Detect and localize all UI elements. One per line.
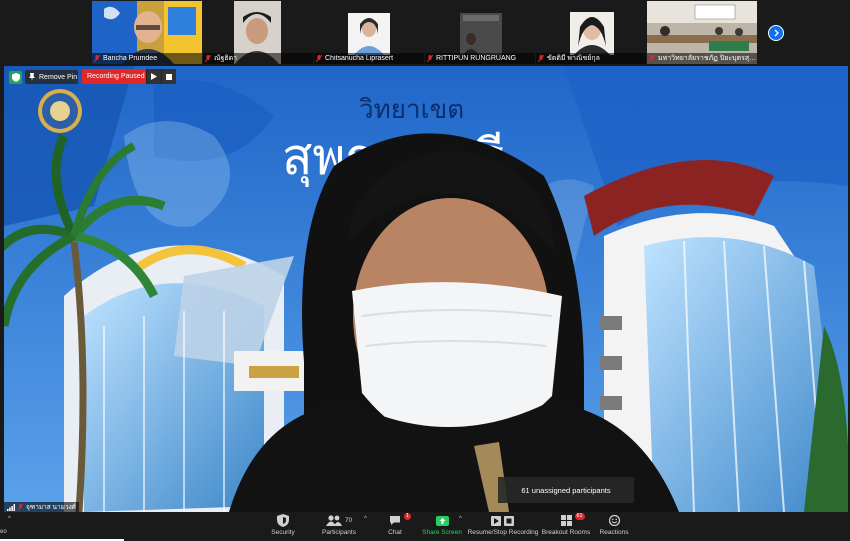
signal-bars-icon <box>7 503 15 511</box>
chat-label: Chat <box>388 529 402 536</box>
participants-count: 70 <box>344 517 353 524</box>
recording-status-label: Recording Paused <box>82 69 146 84</box>
pin-icon <box>29 73 35 81</box>
chat-icon <box>390 516 400 525</box>
security-button[interactable]: Security <box>266 512 300 541</box>
security-label: Security <box>271 529 295 536</box>
participant-tile[interactable]: ขัตติมี พาณิชย์กุล <box>536 1 646 64</box>
speaker-name-tag: จุฑามาส นามวงศ์ <box>4 502 79 512</box>
participant-name: มหาวิทยาลัยราชภัฏ ปิยะบุตรสุพ... <box>658 55 757 62</box>
mic-muted-icon <box>316 54 322 62</box>
mic-muted-icon <box>18 503 23 510</box>
breakout-rooms-icon <box>560 515 572 526</box>
meeting-toolbar: Security 70 Participants ^ 1 Chat Share … <box>0 512 850 541</box>
participant-name: Chitsanucha Liprasert <box>325 55 394 62</box>
chat-badge: 1 <box>404 513 412 520</box>
participants-label: Participants <box>322 529 356 536</box>
active-speaker-video: วิทยาเขต สุพรรณบุรี <box>4 66 848 512</box>
video-frame: วิทยาเขต สุพรรณบุรี <box>4 66 848 512</box>
participant-name: RITTIPUN RUNGRUANG <box>436 55 517 62</box>
chevron-up-icon[interactable]: ^ <box>364 516 367 522</box>
chat-button[interactable]: 1 Chat <box>382 512 412 541</box>
mic-muted-icon <box>538 54 544 62</box>
breakout-rooms-button[interactable]: 61 Breakout Rooms <box>542 512 590 541</box>
smiley-icon <box>608 515 620 526</box>
stop-icon[interactable] <box>161 69 176 84</box>
reactions-button[interactable]: Reactions <box>598 512 630 541</box>
mic-muted-icon <box>94 54 100 62</box>
share-screen-icon <box>435 515 449 526</box>
background-text-line1: วิทยาเขต <box>359 95 465 125</box>
mic-muted-icon <box>649 54 655 62</box>
participant-tile[interactable]: มหาวิทยาลัยราชภัฏ ปิยะบุตรสุพ... <box>647 1 757 64</box>
participant-name: ณัฐธิดา <box>214 55 238 62</box>
video-button-label[interactable]: eo <box>0 529 7 535</box>
share-screen-button[interactable]: Share Screen <box>422 512 462 541</box>
breakout-rooms-label: Breakout Rooms <box>541 529 591 536</box>
participant-tile[interactable]: Bancha Prumdee <box>92 1 202 64</box>
participants-button[interactable]: 70 Participants <box>318 512 360 541</box>
breakout-rooms-badge: 61 <box>574 513 585 520</box>
speaker-name: จุฑามาส นามวงศ์ <box>26 504 76 511</box>
play-icon[interactable] <box>146 69 161 84</box>
mic-muted-icon <box>205 54 211 62</box>
chevron-right-icon[interactable] <box>768 25 784 41</box>
shield-icon <box>277 514 289 527</box>
participant-thumbnail-strip: Bancha Prumdee ณัฐธิดา Chitsanucha Lipra… <box>0 0 850 66</box>
recording-status-bar: Recording Paused <box>82 69 176 84</box>
resume-stop-recording-button[interactable]: Resume/Stop Recording <box>467 512 539 541</box>
share-screen-label: Share Screen <box>422 529 462 536</box>
participant-tile[interactable]: RITTIPUN RUNGRUANG <box>425 1 535 64</box>
reactions-label: Reactions <box>599 529 629 536</box>
record-controls-icon <box>491 515 514 526</box>
participant-tile[interactable]: Chitsanucha Liprasert <box>314 1 424 64</box>
participants-icon <box>325 515 342 526</box>
resume-stop-recording-label: Resume/Stop Recording <box>467 529 539 536</box>
participant-name: Bancha Prumdee <box>103 55 158 62</box>
remove-pin-button[interactable]: Remove Pin <box>25 70 78 84</box>
participant-name: ขัตติมี พาณิชย์กุล <box>547 55 600 62</box>
participant-tile[interactable]: ณัฐธิดา <box>203 1 313 64</box>
chevron-up-icon[interactable]: ^ <box>8 516 11 522</box>
chevron-up-icon[interactable]: ^ <box>459 516 462 522</box>
mic-muted-icon <box>427 54 433 62</box>
unassigned-participants-notice[interactable]: 61 unassigned participants <box>498 477 634 503</box>
zoom-meeting-window: Bancha Prumdee ณัฐธิดา Chitsanucha Lipra… <box>0 0 850 541</box>
shield-icon[interactable] <box>9 71 22 84</box>
remove-pin-label: Remove Pin <box>39 73 78 81</box>
